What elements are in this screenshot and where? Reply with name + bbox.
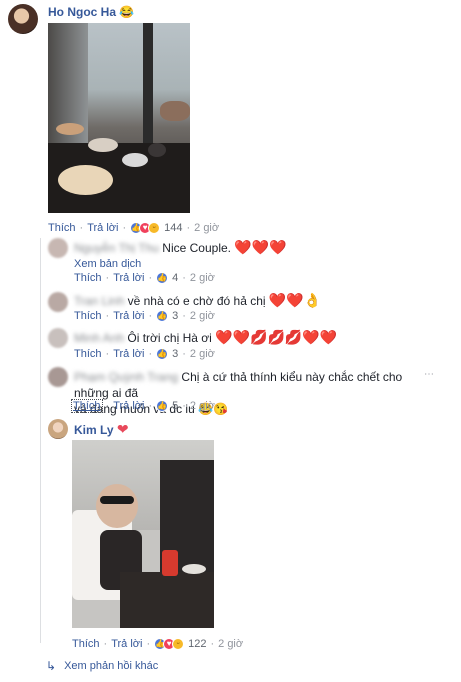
reply-like-button[interactable]: Thích — [74, 310, 102, 322]
post-author-name[interactable]: Ho Ngoc Ha — [48, 5, 116, 19]
reply-actions: Thích · Trả lời · 👍 4 · 2 giờ — [74, 272, 215, 284]
reply-actions: Thích · Trả lời · 👍 3 · 2 giờ — [74, 310, 215, 322]
reply-reply-button[interactable]: Trả lời — [113, 272, 144, 284]
reply-timestamp[interactable]: 2 giờ — [190, 400, 215, 412]
reply-avatar[interactable] — [48, 367, 68, 387]
reply-actions: Thích · Trả lời · 👍 ♥ ᵕ 122 · 2 giờ — [72, 638, 244, 650]
reply-text: Ôi trời chị Hà ơi — [127, 331, 212, 345]
reply-author-name[interactable]: Nguyễn Thị Thu — [74, 241, 159, 255]
laughing-emoji-icon: 😂 — [119, 5, 135, 19]
reply-timestamp[interactable]: 2 giờ — [190, 348, 215, 360]
reply-like-button[interactable]: Thích — [74, 348, 102, 360]
thread-line — [40, 238, 41, 643]
reactions-icon-group[interactable]: 👍 ♥ ᵕ — [130, 222, 161, 234]
reply-author-name[interactable]: Minh Anh — [74, 331, 124, 345]
reply-avatar[interactable] — [48, 328, 68, 348]
reply-author-name[interactable]: Phạm Quỳnh Trang — [74, 370, 178, 384]
reply-timestamp[interactable]: 2 giờ — [190, 272, 215, 284]
reply-photo[interactable] — [72, 440, 214, 628]
heart-emoji-icon: ❤ — [116, 421, 129, 437]
reply-body: Minh Anh Ôi trời chị Hà ơi ❤️❤️💋💋💋❤️❤️ — [74, 330, 337, 345]
reply-actions: Thích · Trả lời · 👍 5 · 2 giờ — [71, 399, 215, 413]
reactions-icon-group[interactable]: 👍 ♥ ᵕ — [154, 638, 185, 650]
see-translation-link[interactable]: Xem bản dịch — [74, 256, 141, 270]
reply-author-name[interactable]: Kim Ly — [74, 423, 114, 437]
reply-reaction-count[interactable]: 5 — [172, 400, 178, 412]
reply-reaction-count[interactable]: 4 — [172, 272, 178, 284]
post-photo[interactable] — [48, 23, 190, 213]
post-like-button[interactable]: Thích — [48, 222, 76, 234]
reply-body: Kim Ly ❤ — [74, 422, 129, 437]
reply-like-button[interactable]: Thích — [72, 638, 100, 650]
post-actions: Thích · Trả lời · 👍 ♥ ᵕ 144 · 2 giờ — [48, 222, 220, 234]
reply-reply-button[interactable]: Trả lời — [111, 638, 142, 650]
like-reaction-icon: 👍 — [156, 348, 169, 360]
post-reaction-count[interactable]: 144 — [164, 222, 182, 234]
heart-and-kiss-emoji-icon: ❤️❤️💋💋💋❤️❤️ — [215, 329, 338, 345]
reply-body: Tran Linh về nhà có e chờ đó hả chị ❤️❤️… — [74, 293, 321, 308]
haha-reaction-icon: ᵕ — [172, 638, 185, 650]
reply-author-name[interactable]: Tran Linh — [74, 294, 124, 308]
reply-text: về nhà có e chờ đó hả chị — [127, 294, 266, 308]
reply-like-button[interactable]: Thích — [74, 272, 102, 284]
reply-reaction-count[interactable]: 3 — [172, 310, 178, 322]
reply-reply-button[interactable]: Trả lời — [113, 310, 144, 322]
post-reply-button[interactable]: Trả lời — [87, 222, 118, 234]
like-reaction-icon: 👍 — [156, 272, 169, 284]
post-author-avatar[interactable] — [8, 4, 38, 34]
post-timestamp[interactable]: 2 giờ — [194, 222, 219, 234]
reply-reaction-count[interactable]: 122 — [188, 638, 206, 650]
reply-like-button[interactable]: Thích — [71, 399, 103, 413]
reply-reply-button[interactable]: Trả lời — [113, 348, 144, 360]
reply-arrow-icon: ↳ — [46, 659, 57, 673]
reply-actions: Thích · Trả lời · 👍 3 · 2 giờ — [74, 348, 215, 360]
reply-avatar[interactable] — [48, 238, 68, 258]
reply-timestamp[interactable]: 2 giờ — [218, 638, 243, 650]
heart-emoji-icon: ❤️❤️👌 — [268, 292, 322, 308]
reply-avatar[interactable] — [48, 419, 68, 439]
view-more-replies[interactable]: ↳ Xem phản hồi khác — [46, 659, 158, 673]
reply-text: Nice Couple. — [162, 241, 231, 255]
more-options-icon[interactable]: ⋯ — [424, 369, 434, 380]
haha-reaction-icon: ᵕ — [148, 222, 161, 234]
heart-emoji-icon: ❤️❤️❤️ — [234, 239, 287, 255]
like-reaction-icon: 👍 — [156, 310, 169, 322]
reply-body: Nguyễn Thị Thu Nice Couple. ❤️❤️❤️ — [74, 240, 287, 255]
reply-timestamp[interactable]: 2 giờ — [190, 310, 215, 322]
like-reaction-icon: 👍 — [156, 400, 169, 412]
reply-reaction-count[interactable]: 3 — [172, 348, 178, 360]
reply-avatar[interactable] — [48, 292, 68, 312]
view-more-replies-link[interactable]: Xem phản hồi khác — [64, 660, 158, 672]
reply-reply-button[interactable]: Trả lời — [113, 400, 144, 412]
post-header: Ho Ngoc Ha 😂 — [48, 5, 134, 19]
